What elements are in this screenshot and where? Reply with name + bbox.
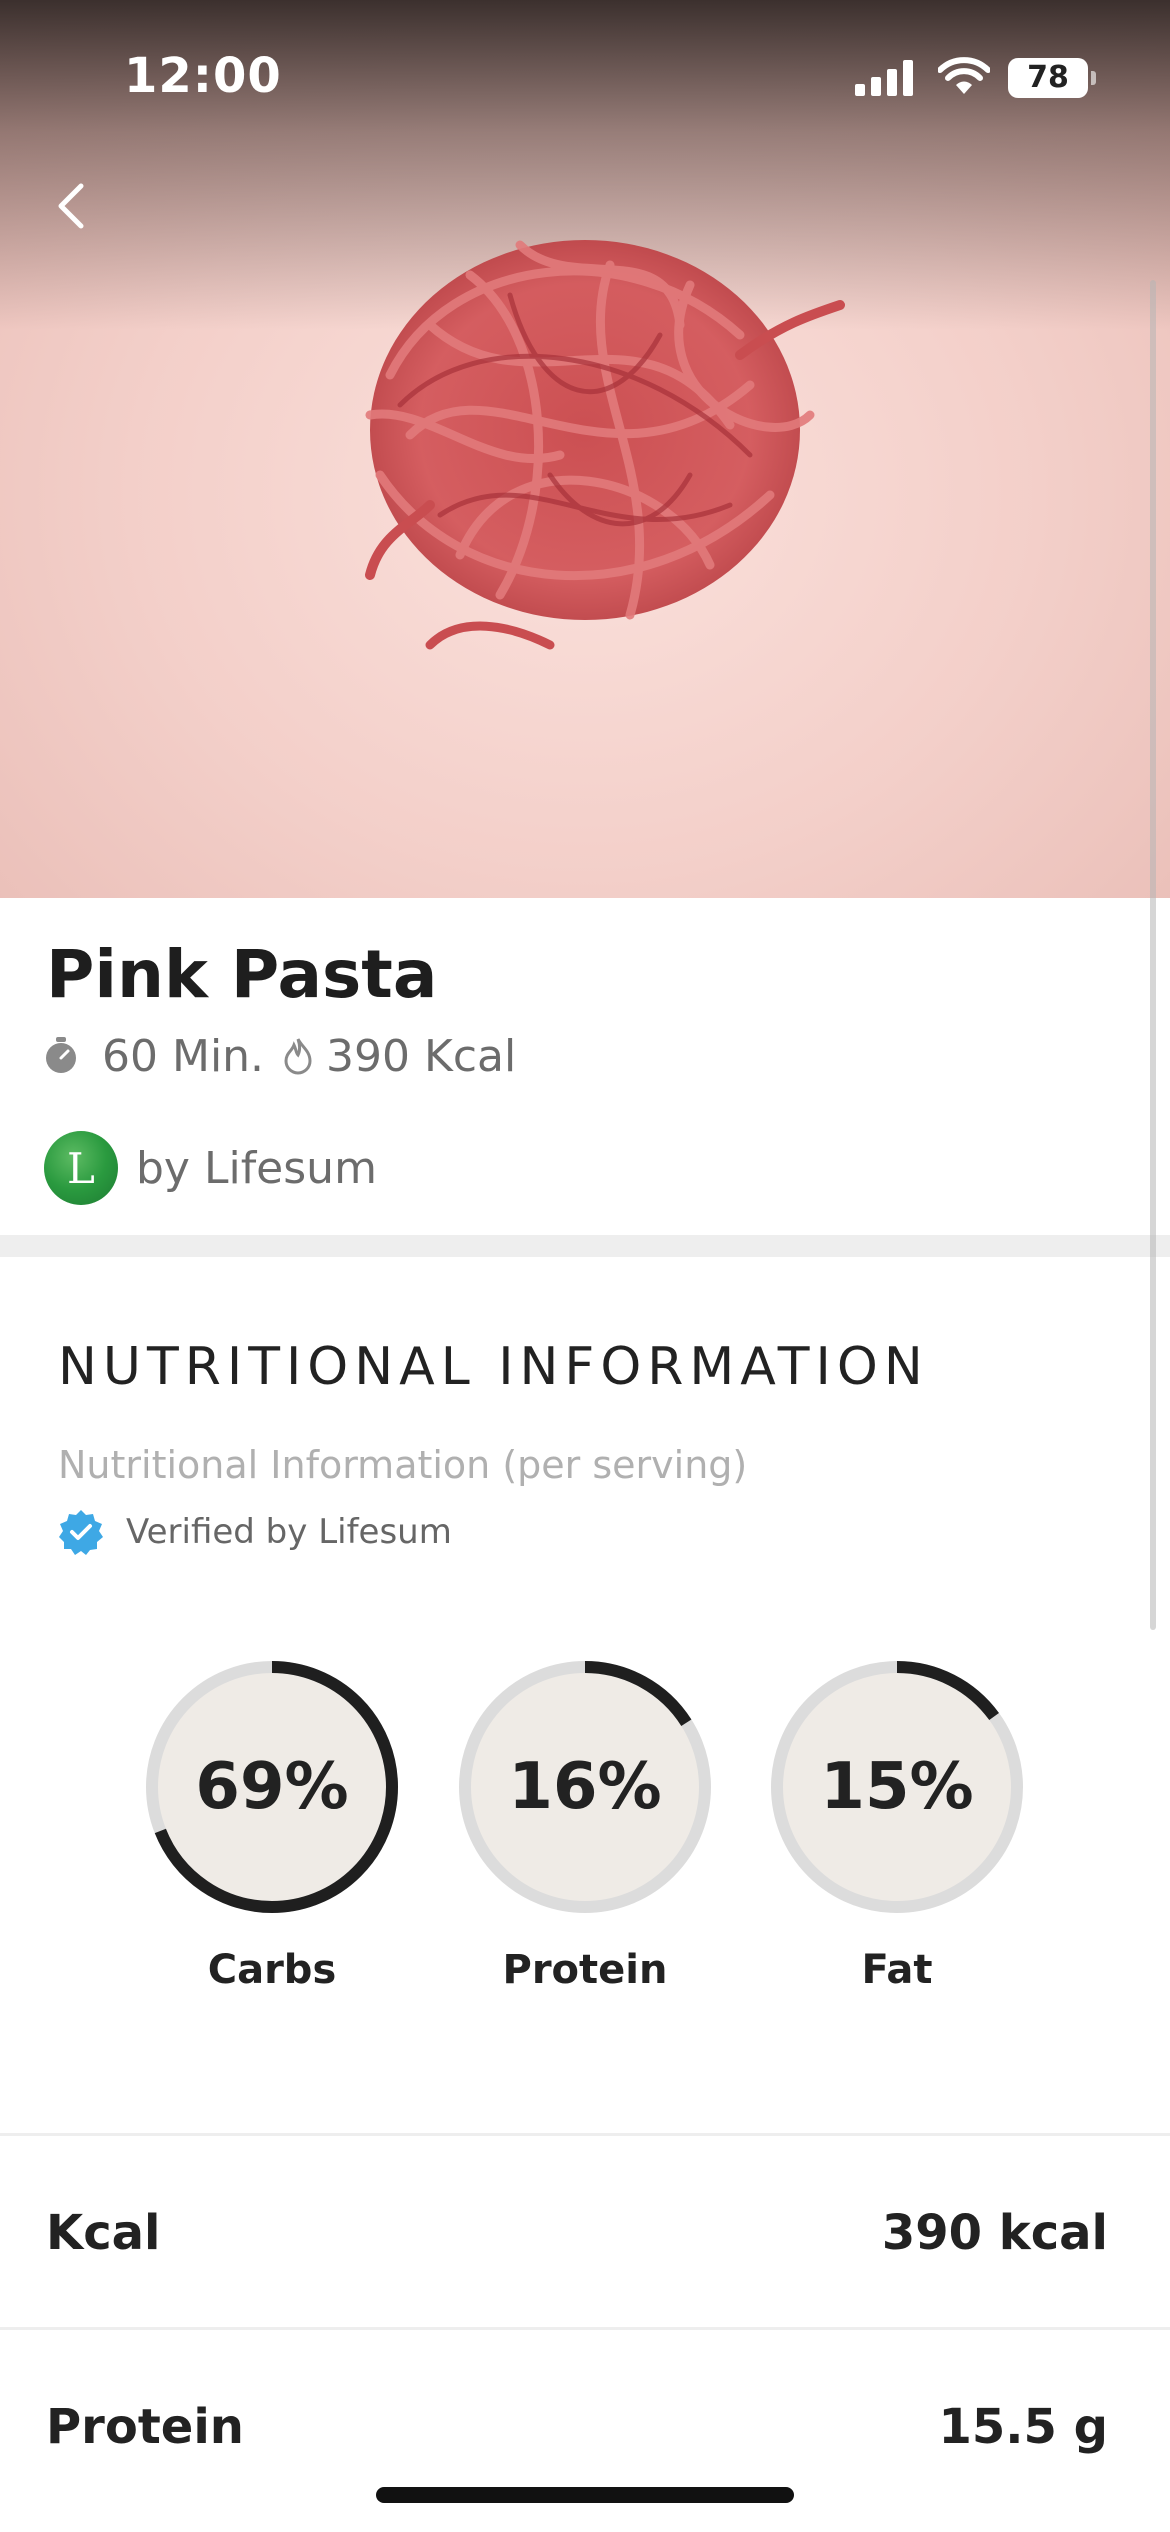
macro-ring-fat: 15% Fat [767, 1657, 1027, 2017]
macro-value: 15% [820, 1750, 974, 1824]
section-divider [0, 1235, 1170, 1257]
macro-value: 16% [508, 1750, 662, 1824]
macro-value: 69% [195, 1750, 349, 1824]
section-subheading: Nutritional Information (per serving) [58, 1443, 748, 1487]
wifi-icon [938, 57, 990, 94]
nutrient-label: Kcal [46, 2205, 161, 2261]
nutrient-label: Protein [46, 2399, 244, 2455]
recipe-time: 60 Min. [102, 1030, 265, 1082]
verified-badge-icon [59, 1510, 103, 1555]
macro-rings: 69% Carbs 16% Protein 15% Fat [0, 1657, 1170, 2057]
signal-icon [855, 60, 913, 96]
macro-label: Protein [502, 1947, 668, 1993]
scrollbar[interactable] [1150, 280, 1156, 1630]
status-bar: 12:00 78 [0, 0, 1170, 150]
timer-icon [44, 1037, 78, 1075]
recipe-screen: 12:00 78 Pink Pasta 60 Min. 390 Kcal L b… [0, 0, 1170, 2532]
recipe-meta: 60 Min. 390 Kcal [44, 1026, 516, 1086]
home-indicator[interactable] [376, 2487, 794, 2503]
chevron-left-icon [58, 183, 84, 229]
section-heading: NUTRITIONAL INFORMATION [58, 1337, 929, 1397]
author-name: by Lifesum [136, 1142, 377, 1194]
verified-label: Verified by Lifesum [126, 1512, 452, 1552]
pasta-photo [365, 240, 845, 650]
battery-icon: 78 [1008, 58, 1096, 98]
flame-icon [284, 1037, 312, 1075]
nutrient-value: 15.5 g [938, 2399, 1109, 2455]
status-time: 12:00 [124, 48, 282, 104]
macro-ring-protein: 16% Protein [455, 1657, 715, 2017]
recipe-title: Pink Pasta [46, 936, 438, 1013]
recipe-summary: Pink Pasta 60 Min. 390 Kcal L by Lifesum [0, 898, 1170, 1238]
nutrient-list: Kcal 390 kcal Protein 15.5 g [0, 2133, 1170, 2521]
macro-ring-carbs: 69% Carbs [142, 1657, 402, 2017]
back-button[interactable] [38, 168, 102, 244]
nutrition-section: NUTRITIONAL INFORMATION Nutritional Info… [0, 1257, 1170, 2137]
nutrient-value: 390 kcal [881, 2205, 1108, 2261]
verified-row: Verified by Lifesum [58, 1507, 452, 1557]
avatar: L [44, 1131, 118, 1205]
recipe-kcal: 390 Kcal [326, 1030, 517, 1082]
nutrient-row-kcal: Kcal 390 kcal [0, 2133, 1170, 2327]
macro-label: Fat [861, 1947, 933, 1993]
author-link[interactable]: L by Lifesum [44, 1130, 377, 1206]
macro-label: Carbs [207, 1947, 337, 1993]
